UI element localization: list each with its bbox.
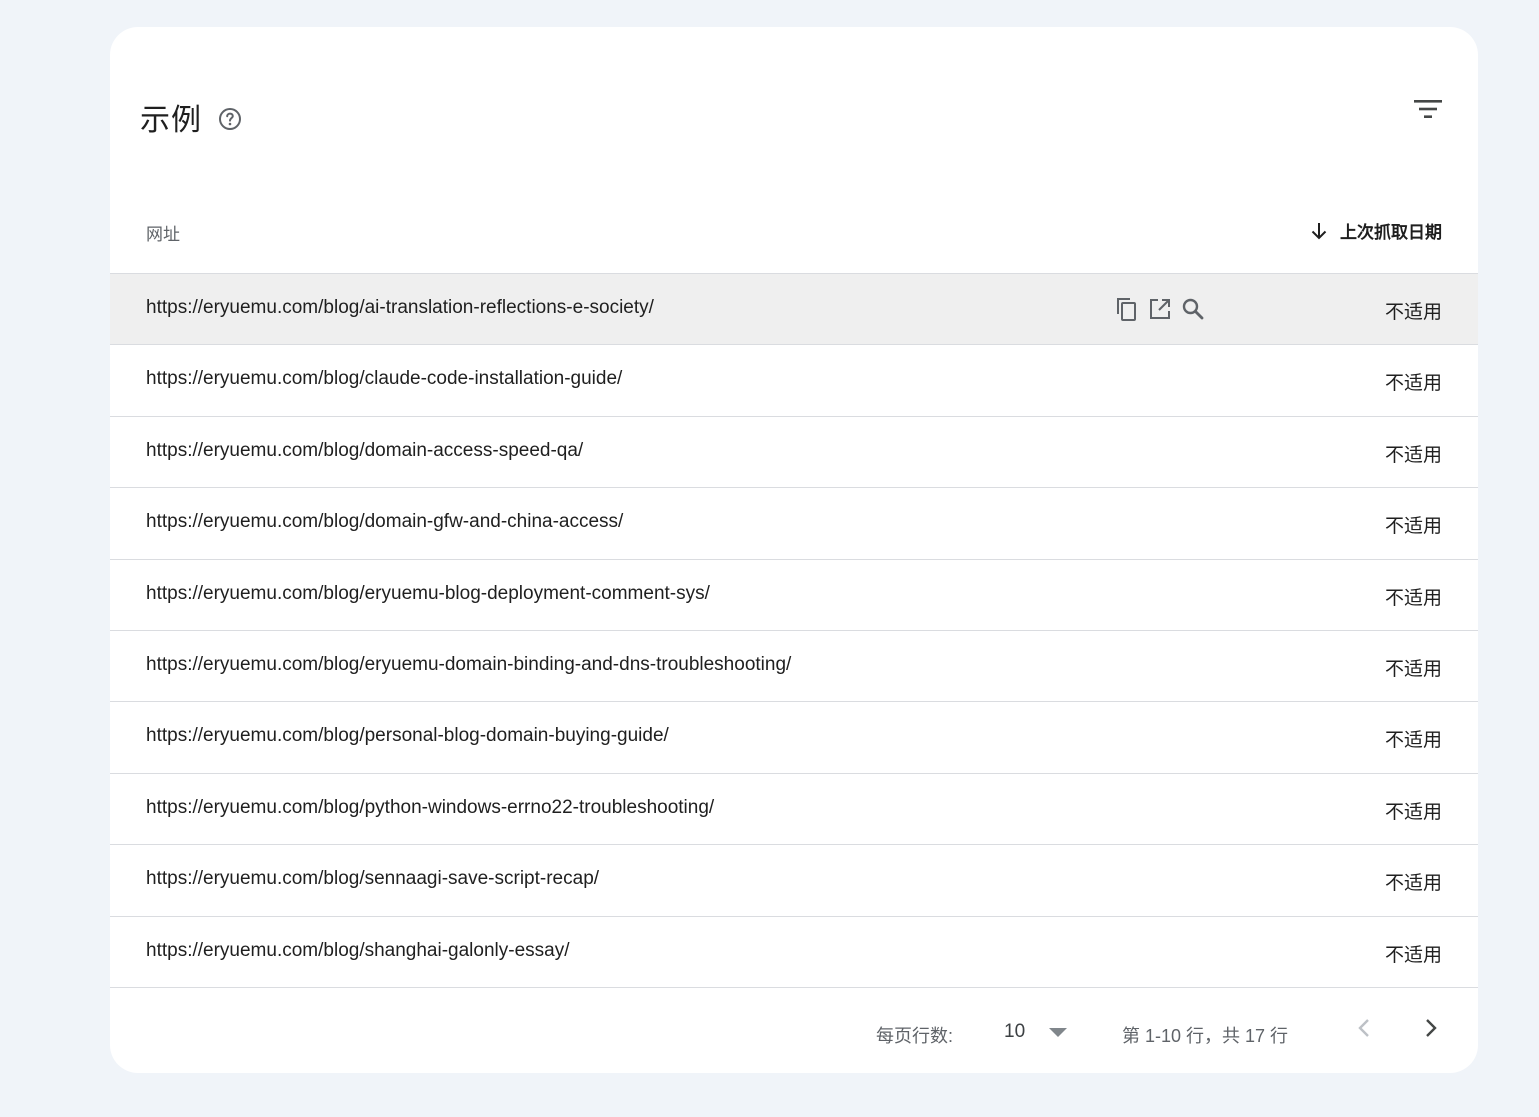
row-url[interactable]: https://eryuemu.com/blog/eryuemu-domain-…: [146, 654, 791, 676]
chevron-right-icon: [1420, 1017, 1440, 1044]
chevron-left-icon: [1355, 1017, 1375, 1044]
row-date: 不适用: [1384, 587, 1442, 609]
filter-icon: [1413, 97, 1443, 126]
table-row[interactable]: https://eryuemu.com/blog/python-windows-…: [110, 774, 1478, 846]
table-row[interactable]: https://eryuemu.com/blog/shanghai-galonl…: [110, 917, 1478, 988]
rows-per-page-select[interactable]: 10: [1004, 1018, 1074, 1046]
arrow-down-icon: [1308, 220, 1330, 242]
row-url[interactable]: https://eryuemu.com/blog/personal-blog-d…: [146, 725, 669, 747]
row-url[interactable]: https://eryuemu.com/blog/python-windows-…: [146, 797, 714, 819]
table-row[interactable]: https://eryuemu.com/blog/ai-translation-…: [110, 274, 1478, 346]
caret-down-icon: [1049, 1027, 1068, 1037]
row-date: 不适用: [1384, 944, 1442, 966]
row-date: 不适用: [1384, 801, 1442, 823]
open-in-new-icon[interactable]: [1147, 296, 1173, 322]
table-body: https://eryuemu.com/blog/ai-translation-…: [110, 274, 1478, 988]
table-row[interactable]: https://eryuemu.com/blog/domain-access-s…: [110, 417, 1478, 489]
row-url[interactable]: https://eryuemu.com/blog/domain-access-s…: [146, 440, 583, 462]
table-row[interactable]: https://eryuemu.com/blog/domain-gfw-and-…: [110, 488, 1478, 560]
next-page-button[interactable]: [1415, 1015, 1445, 1045]
help-circle-icon[interactable]: [218, 107, 242, 131]
table-row[interactable]: https://eryuemu.com/blog/eryuemu-domain-…: [110, 631, 1478, 703]
filter-button[interactable]: [1412, 95, 1444, 127]
column-header-date-label: 上次抓取日期: [1340, 223, 1442, 242]
row-url[interactable]: https://eryuemu.com/blog/shanghai-galonl…: [146, 940, 570, 962]
table-row[interactable]: https://eryuemu.com/blog/personal-blog-d…: [110, 702, 1478, 774]
search-icon[interactable]: [1180, 296, 1206, 322]
table-row[interactable]: https://eryuemu.com/blog/claude-code-ins…: [110, 345, 1478, 417]
pagination-range: 第 1-10 行，共 17 行: [1122, 1026, 1289, 1046]
row-url[interactable]: https://eryuemu.com/blog/domain-gfw-and-…: [146, 511, 623, 533]
row-url[interactable]: https://eryuemu.com/blog/sennaagi-save-s…: [146, 868, 599, 890]
row-url[interactable]: https://eryuemu.com/blog/ai-translation-…: [146, 297, 654, 319]
row-date: 不适用: [1384, 373, 1442, 395]
column-header-last-crawl-date[interactable]: 上次抓取日期: [1308, 218, 1442, 243]
rows-per-page-value: 10: [1004, 1021, 1026, 1042]
table-header: 网址 上次抓取日期: [110, 197, 1478, 274]
copy-icon[interactable]: [1114, 296, 1140, 322]
rows-per-page-label: 每页行数:: [876, 1026, 954, 1046]
row-date: 不适用: [1384, 873, 1442, 895]
previous-page-button[interactable]: [1350, 1015, 1380, 1045]
row-date: 不适用: [1384, 516, 1442, 538]
row-date: 不适用: [1384, 730, 1442, 752]
pagination-footer: 每页行数: 10 第 1-10 行，共 17 行: [110, 989, 1478, 1073]
row-url[interactable]: https://eryuemu.com/blog/eryuemu-blog-de…: [146, 583, 710, 605]
column-header-url: 网址: [146, 225, 180, 244]
table-row[interactable]: https://eryuemu.com/blog/sennaagi-save-s…: [110, 845, 1478, 917]
card-title: 示例: [140, 104, 202, 137]
row-date: 不适用: [1384, 302, 1442, 323]
row-date: 不适用: [1384, 444, 1442, 466]
row-actions: [1114, 296, 1213, 322]
row-date: 不适用: [1384, 658, 1442, 680]
examples-card: 示例 网址 上次抓取日期 https://eryuemu.com/blog/ai…: [110, 27, 1478, 1073]
row-url[interactable]: https://eryuemu.com/blog/claude-code-ins…: [146, 368, 622, 390]
card-header: 示例: [140, 95, 242, 139]
table-row[interactable]: https://eryuemu.com/blog/eryuemu-blog-de…: [110, 560, 1478, 631]
